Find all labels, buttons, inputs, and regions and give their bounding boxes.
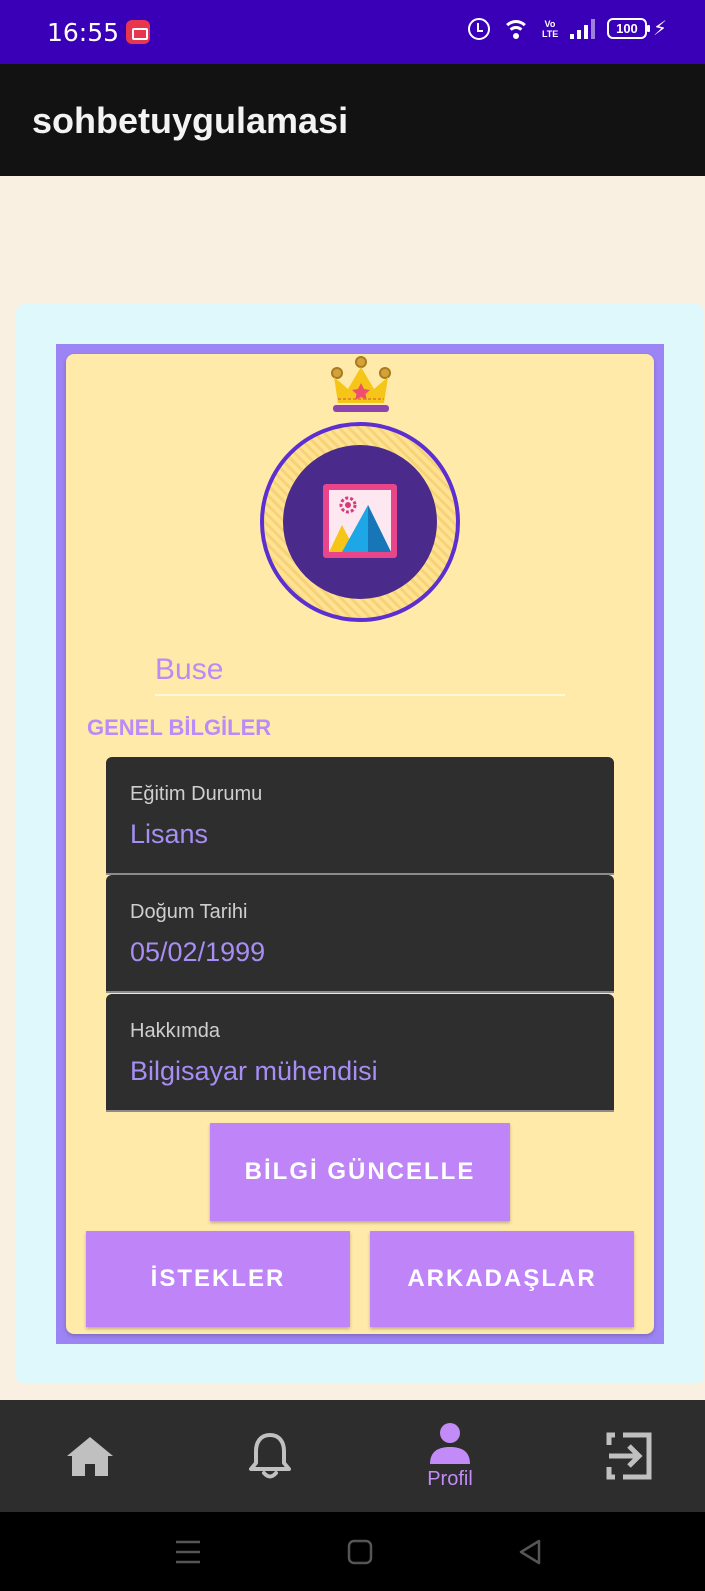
app-title: sohbetuygulamasi [32, 100, 349, 141]
update-info-button[interactable]: BİLGİ GÜNCELLE [210, 1123, 510, 1221]
education-value: Lisans [130, 819, 209, 849]
battery-icon: 100 [606, 18, 650, 39]
home-square-icon[interactable] [347, 1539, 373, 1565]
signal-icon [569, 18, 595, 39]
birthdate-value: 05/02/1999 [130, 937, 266, 967]
education-field[interactable]: Eğitim Durumu Lisans [106, 757, 614, 875]
back-icon[interactable] [517, 1539, 543, 1565]
volte-icon: Vo LTE [541, 18, 559, 39]
nav-notifications[interactable] [230, 1400, 310, 1512]
status-time: 16:55 [47, 18, 120, 47]
status-bar: 16:55 Vo LTE 100 ⚡ [0, 0, 705, 64]
birthdate-field[interactable]: Doğum Tarihi 05/02/1999 [106, 875, 614, 993]
system-nav [0, 1512, 705, 1591]
about-label: Hakkımda [130, 1020, 221, 1042]
charging-icon: ⚡ [652, 18, 667, 40]
education-label: Eğitim Durumu [130, 783, 263, 805]
home-icon [67, 1437, 113, 1476]
about-value: Bilgisayar mühendisi [130, 1056, 378, 1086]
exit-icon [606, 1432, 652, 1480]
birthdate-label: Doğum Tarihi [130, 901, 248, 923]
nav-home[interactable] [50, 1400, 130, 1512]
section-title: GENEL BİLGİLER [87, 715, 272, 740]
nav-profile-label: Profil [427, 1467, 473, 1490]
app-bar: sohbetuygulamasi [0, 64, 705, 176]
bell-icon [249, 1433, 291, 1479]
name-field[interactable]: Buse [155, 648, 565, 696]
image-placeholder-icon [323, 484, 397, 558]
wifi-icon [501, 18, 530, 40]
status-icons: Vo LTE 100 ⚡ [467, 16, 667, 41]
about-field[interactable]: Hakkımda Bilgisayar mühendisi [106, 994, 614, 1112]
menu-icon[interactable] [174, 1539, 202, 1565]
friends-button[interactable]: ARKADAŞLAR [370, 1231, 634, 1327]
alarm-icon [467, 17, 490, 40]
crown-icon [331, 356, 391, 412]
requests-button[interactable]: İSTEKLER [86, 1231, 350, 1327]
screen-record-icon [126, 20, 150, 44]
person-icon [430, 1422, 470, 1464]
nav-logout[interactable] [590, 1400, 670, 1512]
bottom-nav: Profil [0, 1400, 705, 1512]
name-value: Buse [155, 653, 224, 686]
nav-profile[interactable]: Profil [405, 1400, 495, 1512]
